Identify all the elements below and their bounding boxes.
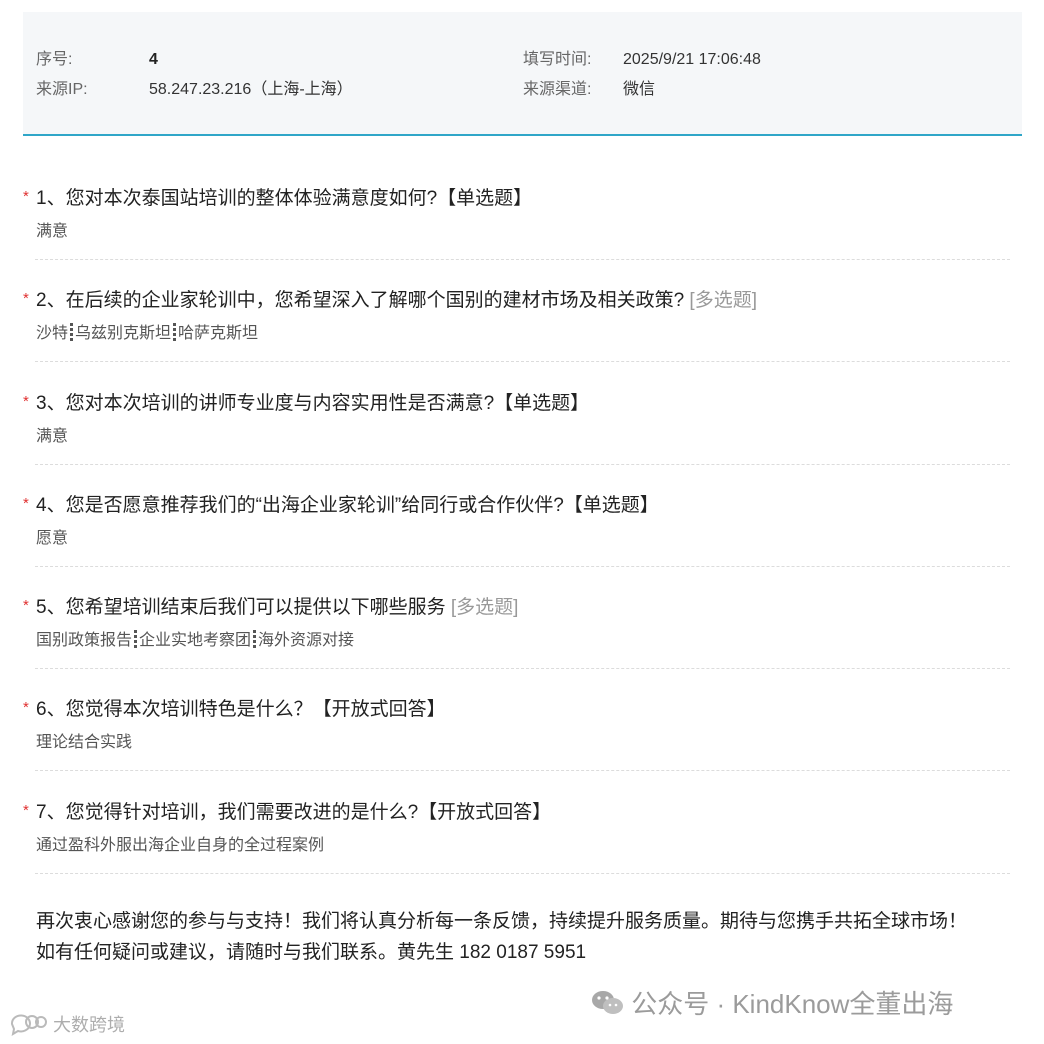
brand-watermark-text: 大数跨境	[53, 1015, 126, 1035]
question-answer: 愿意	[36, 530, 69, 547]
answer-option: 海外资源对接	[258, 632, 355, 649]
required-mark: *	[23, 393, 29, 410]
question-answer: 通过盈科外服出海企业自身的全过程案例	[36, 837, 325, 854]
required-mark: *	[23, 597, 29, 614]
source-ip-label: 来源IP:	[36, 81, 88, 98]
question-answer: 满意	[36, 428, 69, 445]
separator	[253, 630, 257, 648]
question-type-tag: [多选题]	[689, 290, 757, 311]
closing-contact: 如有任何疑问或建议，请随时与我们联系。黄先生 182 0187 5951	[36, 942, 587, 963]
serial-label: 序号:	[36, 51, 73, 68]
question-title: 4、您是否愿意推荐我们的“出海企业家轮训”给同行或合作伙伴?【单选题】	[36, 495, 659, 516]
wechat-icon	[590, 988, 624, 1025]
question-answers: 沙特 乌兹别克斯坦 哈萨克斯坦	[36, 323, 258, 345]
source-ip-value: 58.247.23.216（上海-上海）	[149, 81, 353, 98]
wechat-watermark: 公众号 · KindKnow全董出海	[590, 984, 953, 1025]
separator	[134, 630, 138, 648]
question-answers: 国别政策报告 企业实地考察团 海外资源对接	[36, 630, 354, 652]
answer-option: 企业实地考察团	[139, 632, 252, 649]
source-channel-value: 微信	[623, 81, 656, 98]
serial-value: 4	[149, 51, 158, 68]
answer-option: 哈萨克斯坦	[178, 325, 259, 342]
answer-option: 国别政策报告	[36, 632, 133, 649]
required-mark: *	[23, 495, 29, 512]
answer-option: 乌兹别克斯坦	[75, 325, 172, 342]
source-channel-label: 来源渠道:	[523, 81, 592, 98]
separator	[70, 323, 74, 341]
divider	[35, 668, 1010, 669]
divider	[35, 464, 1010, 465]
required-mark: *	[23, 188, 29, 205]
required-mark: *	[23, 802, 29, 819]
question-answer: 满意	[36, 223, 69, 240]
fill-time-label: 填写时间:	[523, 51, 592, 68]
chat-bubble-icon	[8, 1012, 48, 1041]
question-title: 2、在后续的企业家轮训中，您希望深入了解哪个国别的建材市场及相关政策?	[36, 290, 685, 311]
fill-time-value: 2025/9/21 17:06:48	[623, 51, 761, 68]
divider	[35, 259, 1010, 260]
question-title: 3、您对本次培训的讲师专业度与内容实用性是否满意?【单选题】	[36, 393, 590, 414]
question-title: 5、您希望培训结束后我们可以提供以下哪些服务	[36, 597, 446, 618]
question-answer: 理论结合实践	[36, 734, 133, 751]
closing-thanks: 再次衷心感谢您的参与与支持！我们将认真分析每一条反馈，持续提升服务质量。期待与您…	[36, 911, 968, 932]
divider	[35, 873, 1010, 874]
required-mark: *	[23, 699, 29, 716]
response-info-panel: 序号: 4 填写时间: 2025/9/21 17:06:48 来源IP: 58.…	[23, 12, 1022, 136]
divider	[35, 361, 1010, 362]
divider	[35, 566, 1010, 567]
wechat-watermark-text: 公众号 · KindKnow全董出海	[631, 989, 954, 1019]
question-type-tag: [多选题]	[450, 597, 519, 618]
required-mark: *	[23, 290, 29, 307]
divider	[35, 770, 1010, 771]
question-title: 6、您觉得本次培训特色是什么？【开放式回答】	[36, 699, 446, 720]
question-title: 1、您对本次泰国站培训的整体体验满意度如何?【单选题】	[36, 188, 533, 209]
brand-watermark: 大数跨境	[8, 1011, 125, 1041]
answer-option: 沙特	[36, 325, 69, 342]
question-title: 7、您觉得针对培训，我们需要改进的是什么?【开放式回答】	[36, 802, 552, 823]
separator	[173, 323, 177, 341]
closing-message: 再次衷心感谢您的参与与支持！我们将认真分析每一条反馈，持续提升服务质量。期待与您…	[36, 906, 996, 968]
